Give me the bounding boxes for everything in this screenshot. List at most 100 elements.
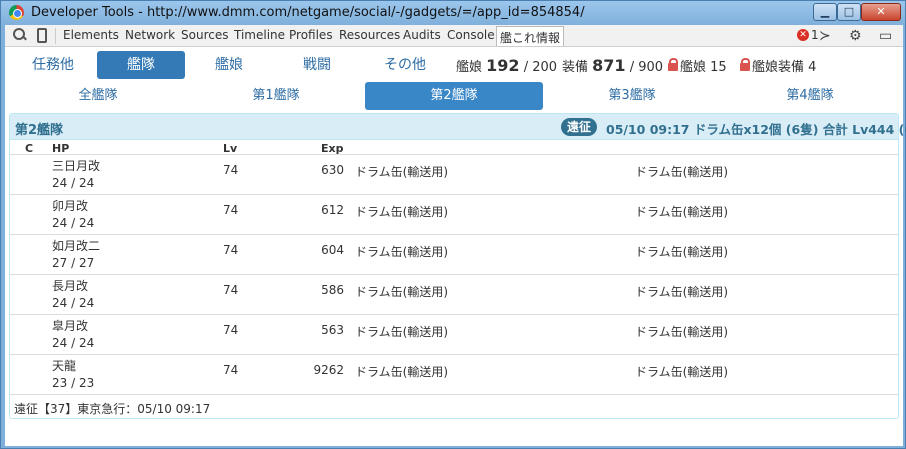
table-row: 天龍 23 / 23 74 9262 ドラム缶(輸送用) ドラム缶(輸送用) <box>10 354 898 394</box>
ship-equip-1: ドラム缶(輸送用) <box>355 165 449 179</box>
ship-equip-2: ドラム缶(輸送用) <box>635 285 729 299</box>
ship-equip-1: ドラム缶(輸送用) <box>355 205 449 219</box>
locked-equip-label: 艦娘装備 <box>752 60 805 75</box>
tab-timeline[interactable]: Timeline <box>234 28 285 42</box>
dock-side-icon[interactable]: ▭ <box>879 28 892 44</box>
tab-console[interactable]: Console <box>447 28 495 42</box>
kanmusu-label: 艦娘 <box>456 60 483 75</box>
tab-network[interactable]: Network <box>125 28 175 42</box>
minimize-button[interactable]: ▁ <box>813 3 837 21</box>
ship-hp: 23 / 23 <box>52 376 95 390</box>
device-mode-icon[interactable] <box>37 28 47 43</box>
title-bar[interactable]: Developer Tools - http://www.dmm.com/net… <box>1 1 905 25</box>
maximize-button[interactable]: □ <box>837 3 861 21</box>
ship-equip-2: ドラム缶(輸送用) <box>635 205 729 219</box>
error-icon[interactable]: ✕ <box>797 29 809 41</box>
ship-equip-1: ドラム缶(輸送用) <box>355 285 449 299</box>
ship-exp: 9262 <box>313 363 344 377</box>
table-footer-row: 遠征【37】東京急行：05/10 09:17 <box>10 394 898 418</box>
minimize-icon: ▁ <box>820 5 830 18</box>
ship-exp: 630 <box>321 163 344 177</box>
ship-name: 如月改二 <box>52 239 101 253</box>
nav-tab-missions[interactable]: 任務他 <box>9 51 97 79</box>
equip-max: / 900 <box>629 60 664 75</box>
nav-tab-battle[interactable]: 戦闘 <box>273 51 361 79</box>
close-button[interactable]: ✕ <box>861 3 901 21</box>
ship-hp: 24 / 24 <box>52 296 95 310</box>
expedition-badge: 遠征 <box>561 118 598 136</box>
devtools-toolbar: Elements Network Sources Timeline Profil… <box>5 25 903 47</box>
toolbar-divider <box>55 28 56 44</box>
equip-count: 871 <box>592 56 626 75</box>
tab-kancolle-info[interactable]: 艦これ情報 <box>496 26 565 46</box>
browser-window: Developer Tools - http://www.dmm.com/net… <box>0 0 906 449</box>
ship-exp: 604 <box>321 243 344 257</box>
panel-heading: 第2艦隊 遠征 05/10 09:17 ドラム缶x12個 (6隻) 合計 Lv4… <box>10 114 906 140</box>
ship-exp: 563 <box>321 323 344 337</box>
ship-hp: 24 / 24 <box>52 176 95 190</box>
table-row: 三日月改 24 / 24 74 630 ドラム缶(輸送用) ドラム缶(輸送用) <box>10 154 898 194</box>
extension-panel: 任務他 艦隊 艦娘 戦闘 その他 艦娘 192 / 200 装備 871 / 9… <box>5 47 906 446</box>
tab-profiles[interactable]: Profiles <box>289 28 333 42</box>
ship-name: 三日月改 <box>52 159 101 173</box>
ship-hp: 24 / 24 <box>52 216 95 230</box>
chrome-icon <box>9 5 24 20</box>
ship-level: 74 <box>223 283 239 297</box>
maximize-icon: □ <box>843 5 855 18</box>
table-row: 如月改二 27 / 27 74 604 ドラム缶(輸送用) ドラム缶(輸送用) <box>10 234 898 274</box>
console-drawer-icon[interactable]: ≻ <box>819 28 831 44</box>
ship-equip-1: ドラム缶(輸送用) <box>355 365 449 379</box>
fleet-tab-all[interactable]: 全艦隊 <box>9 82 187 110</box>
window-title: Developer Tools - http://www.dmm.com/net… <box>31 5 585 20</box>
tab-audits[interactable]: Audits <box>403 28 441 42</box>
inspect-search-icon[interactable] <box>13 28 27 42</box>
ship-equip-2: ドラム缶(輸送用) <box>635 165 729 179</box>
ship-level: 74 <box>223 163 239 177</box>
kanmusu-count-stat: 艦娘 192 / 200 <box>456 56 557 75</box>
locked-kanmusu-stat: 艦娘 15 <box>668 56 727 75</box>
error-count[interactable]: 1 <box>811 28 819 42</box>
lock-icon <box>740 58 750 71</box>
tab-elements[interactable]: Elements <box>63 28 119 42</box>
locked-equip-stat: 艦娘装備 4 <box>740 56 816 75</box>
fleet-panel: 第2艦隊 遠征 05/10 09:17 ドラム缶x12個 (6隻) 合計 Lv4… <box>9 113 906 419</box>
ship-equip-2: ドラム缶(輸送用) <box>635 325 729 339</box>
fleet-tab-2[interactable]: 第2艦隊 <box>365 82 543 110</box>
ship-equip-2: ドラム缶(輸送用) <box>635 245 729 259</box>
panel-title: 第2艦隊 <box>15 123 64 138</box>
nav-tab-shipgirls[interactable]: 艦娘 <box>185 51 273 79</box>
close-icon: ✕ <box>876 5 886 18</box>
nav-tab-other[interactable]: その他 <box>361 51 449 79</box>
ship-name: 長月改 <box>52 279 89 293</box>
locked-equip-count: 4 <box>808 60 817 75</box>
tab-sources[interactable]: Sources <box>181 28 228 42</box>
kanmusu-max: / 200 <box>523 60 558 75</box>
equip-label: 装備 <box>562 60 589 75</box>
ship-name: 卯月改 <box>52 199 89 213</box>
ship-hp: 24 / 24 <box>52 336 95 350</box>
fleet-tab-3[interactable]: 第3艦隊 <box>543 82 721 110</box>
ship-name: 天龍 <box>52 359 77 373</box>
fleet-tab-4[interactable]: 第4艦隊 <box>721 82 899 110</box>
ship-equip-1: ドラム缶(輸送用) <box>355 245 449 259</box>
ship-level: 74 <box>223 203 239 217</box>
nav-tab-fleet[interactable]: 艦隊 <box>97 51 185 79</box>
lock-icon <box>668 58 678 71</box>
ship-level: 74 <box>223 323 239 337</box>
table-row: 卯月改 24 / 24 74 612 ドラム缶(輸送用) ドラム缶(輸送用) <box>10 194 898 234</box>
ship-hp: 27 / 27 <box>52 256 95 270</box>
fleet-tab-1[interactable]: 第1艦隊 <box>187 82 365 110</box>
locked-kanmusu-count: 15 <box>710 60 727 75</box>
ship-level: 74 <box>223 363 239 377</box>
settings-gear-icon[interactable]: ⚙ <box>849 28 862 44</box>
equip-count-stat: 装備 871 / 900 <box>562 56 663 75</box>
ship-exp: 612 <box>321 203 344 217</box>
ship-exp: 586 <box>321 283 344 297</box>
ship-equip-1: ドラム缶(輸送用) <box>355 325 449 339</box>
tab-resources[interactable]: Resources <box>339 28 400 42</box>
expedition-info: 05/10 09:17 ドラム缶x12個 (6隻) 合計 Lv444 (6隻) <box>606 122 906 137</box>
ship-equip-2: ドラム缶(輸送用) <box>635 365 729 379</box>
table-row: 皐月改 24 / 24 74 563 ドラム缶(輸送用) ドラム缶(輸送用) <box>10 314 898 354</box>
ship-name: 皐月改 <box>52 319 89 333</box>
expedition-footer: 遠征【37】東京急行：05/10 09:17 <box>14 402 211 416</box>
